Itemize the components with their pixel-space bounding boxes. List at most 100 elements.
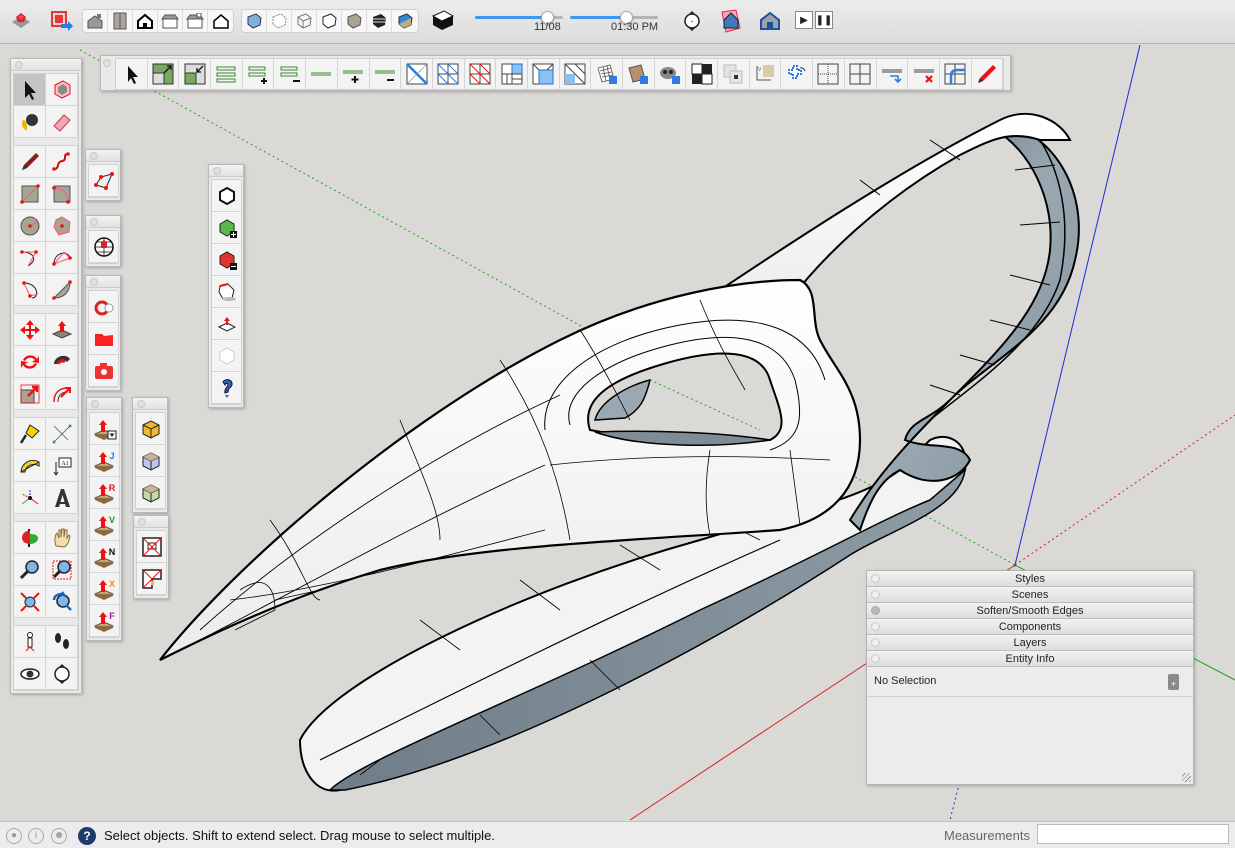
palette-close-dot[interactable] — [90, 218, 98, 226]
two-point-arc-tool-button[interactable] — [46, 242, 78, 274]
measurements-input[interactable] — [1037, 824, 1229, 844]
user-status-icon[interactable]: ☻ — [51, 828, 67, 844]
extension-warehouse-icon[interactable] — [8, 8, 34, 34]
eraser-tool-button[interactable] — [46, 106, 78, 138]
triangulate-button[interactable] — [559, 59, 592, 89]
tray-resize-handle[interactable] — [1182, 773, 1191, 782]
rotate-tool-button[interactable] — [14, 346, 46, 378]
round-corner-blue-button[interactable] — [136, 445, 166, 477]
position-camera-tool-button[interactable] — [14, 626, 46, 658]
protractor-tool-button[interactable] — [14, 450, 46, 482]
xray-style-button[interactable] — [242, 10, 267, 32]
rectangle-tool-button[interactable] — [14, 178, 46, 210]
polygon-tool-button[interactable] — [46, 210, 78, 242]
follow-me-tool-button[interactable] — [46, 346, 78, 378]
panel-toggle-icon[interactable] — [871, 638, 880, 647]
remove-edge-button[interactable] — [369, 59, 402, 89]
move-tool-button[interactable] — [14, 314, 46, 346]
extension-manager-button[interactable] — [89, 291, 119, 323]
polygon-tool-button[interactable] — [89, 165, 119, 197]
section-tool-button[interactable] — [46, 658, 78, 690]
arc-tool-button[interactable] — [14, 242, 46, 274]
component-tool-button[interactable] — [46, 74, 78, 106]
right-view-button[interactable] — [158, 10, 183, 32]
checker-button[interactable] — [686, 59, 719, 89]
offset-tool-button[interactable] — [46, 378, 78, 410]
tray-panel-entity-info[interactable]: Entity Info — [867, 651, 1193, 667]
help-icon[interactable]: ? — [78, 827, 96, 845]
palette-close-dot[interactable] — [137, 400, 145, 408]
send-to-layout-icon[interactable] — [48, 8, 74, 34]
pushpull-V-button[interactable]: V — [90, 509, 120, 541]
geo-location-status-icon[interactable]: ● — [6, 828, 22, 844]
panel-toggle-icon[interactable] — [871, 606, 880, 615]
joint-pushpull-J-button[interactable]: J — [90, 445, 120, 477]
shaded-style-button[interactable] — [342, 10, 367, 32]
panel-toggle-icon[interactable] — [871, 622, 880, 631]
tray-panel-scenes[interactable]: Scenes — [867, 587, 1193, 603]
palette-close-dot[interactable] — [15, 61, 23, 69]
union-button[interactable] — [212, 212, 242, 244]
palette-close-dot[interactable] — [90, 278, 98, 286]
orbit-tool-button[interactable] — [14, 522, 46, 554]
paint-bucket-tool-button[interactable] — [14, 106, 46, 138]
edge-button[interactable] — [306, 59, 338, 89]
quad-frame-button[interactable] — [137, 531, 167, 563]
freehand-tool-button[interactable] — [46, 146, 78, 178]
axes-tool-button[interactable] — [14, 482, 46, 514]
pencil-draw-button[interactable] — [971, 59, 1004, 89]
circle-tool-button[interactable] — [14, 210, 46, 242]
tape-measure-tool-button[interactable] — [14, 418, 46, 450]
pencil-tool-button[interactable] — [14, 146, 46, 178]
grid-split-button[interactable] — [844, 59, 877, 89]
red-diagonal-button[interactable] — [464, 59, 497, 89]
zoom-extents-tool-button[interactable] — [14, 586, 46, 618]
uv-grid-button[interactable] — [591, 59, 623, 89]
top-view-button[interactable] — [108, 10, 133, 32]
uv-texture-button[interactable] — [623, 59, 655, 89]
tray-panel-styles[interactable]: Styles — [867, 571, 1193, 587]
help-button[interactable] — [212, 372, 242, 404]
trim-button[interactable] — [212, 276, 242, 308]
outer-shell-button[interactable] — [212, 180, 242, 212]
push-pull-tool-button[interactable] — [46, 314, 78, 346]
round-corner-green-button[interactable] — [136, 477, 166, 509]
dimension-tool-button[interactable] — [46, 418, 78, 450]
subdivide-frame-button[interactable] — [527, 59, 560, 89]
panel-toggle-icon[interactable] — [871, 574, 880, 583]
grid-dotted-button[interactable] — [813, 59, 845, 89]
toolbar-close-dot[interactable] — [103, 59, 111, 67]
pan-tool-button[interactable] — [46, 522, 78, 554]
back-edges-style-button[interactable] — [267, 10, 292, 32]
scale-tool-button[interactable] — [14, 378, 46, 410]
zoom-window-tool-button[interactable] — [46, 554, 78, 586]
unfold-button[interactable] — [781, 59, 814, 89]
edge-move-button[interactable] — [876, 59, 909, 89]
quad-corner-button[interactable] — [137, 563, 167, 595]
back-view-button[interactable] — [183, 10, 208, 32]
look-around-tool-button[interactable] — [14, 658, 46, 690]
scale-up-button[interactable] — [147, 59, 180, 89]
remove-loop-button[interactable] — [274, 59, 307, 89]
section-plane-icon[interactable] — [430, 8, 456, 34]
text-tool-button[interactable]: A1 — [46, 450, 78, 482]
uv-monkey-button[interactable] — [654, 59, 687, 89]
grid-diagonal-button[interactable] — [432, 59, 465, 89]
palette-close-dot[interactable] — [91, 400, 99, 408]
subtract-button[interactable] — [212, 244, 242, 276]
joint-pushpull-dropdown-button[interactable] — [90, 413, 120, 445]
geo-location-icon[interactable] — [718, 8, 744, 34]
pushpull-F-button[interactable]: F — [90, 605, 120, 637]
select-button[interactable] — [116, 59, 148, 89]
add-edge-button[interactable] — [337, 59, 370, 89]
split-button[interactable] — [212, 308, 242, 340]
round-corner-orange-button[interactable] — [136, 413, 166, 445]
palette-close-dot[interactable] — [138, 518, 146, 526]
pause-button[interactable]: ❚❚ — [815, 11, 833, 29]
play-button[interactable]: ▶ — [795, 11, 813, 29]
panel-toggle-icon[interactable] — [871, 590, 880, 599]
round-corner-button[interactable] — [939, 59, 972, 89]
hidden-line-style-button[interactable] — [317, 10, 342, 32]
monochrome-style-button[interactable] — [392, 10, 417, 32]
iso-view-button[interactable] — [83, 10, 108, 32]
